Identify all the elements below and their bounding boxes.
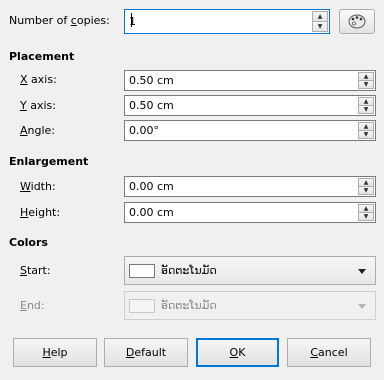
height-label: Height: [20,205,60,221]
default-label-rest: efault [134,346,167,359]
spin-down-arrow-icon[interactable]: ▼ [358,106,374,114]
start-mnemonic: S [20,264,27,277]
y-axis-label-rest: axis: [26,99,56,112]
cancel-label-rest: ancel [318,346,348,359]
angle-spinbox[interactable]: 0.00° ▲ ▼ [124,120,376,141]
height-value: 0.00 cm [129,206,174,219]
start-color-dropdown[interactable]: ອັດຕະໂນມັດ [124,256,376,285]
start-color-label: Start: [20,263,51,279]
angle-mnemonic: A [20,124,28,137]
y-axis-spinbox[interactable]: 0.50 cm ▲ ▼ [124,95,376,116]
spin-up-arrow-icon[interactable]: ▲ [358,204,374,213]
help-label-rest: elp [50,346,68,359]
height-label-rest: eight: [28,206,61,219]
spin-down-arrow-icon[interactable]: ▼ [358,131,374,139]
x-axis-label: X axis: [20,72,57,88]
width-label-rest: idth: [30,180,56,193]
width-spin-buttons: ▲ ▼ [358,178,374,195]
height-spin-buttons: ▲ ▼ [358,204,374,221]
x-axis-label-rest: axis: [27,73,57,86]
ok-button[interactable]: OK [196,338,279,367]
help-button[interactable]: Help [13,338,97,367]
dropdown-arrow-icon [358,269,366,274]
spin-up-arrow-icon[interactable]: ▲ [358,178,374,187]
spin-down-arrow-icon[interactable]: ▼ [358,213,374,221]
end-label-rest: nd: [26,299,45,312]
copies-label-post: opies: [76,14,110,27]
width-spinbox[interactable]: 0.00 cm ▲ ▼ [124,176,376,197]
start-color-value: ອັດຕະໂນມັດ [161,264,217,277]
angle-label: Angle: [20,123,55,139]
spin-up-arrow-icon[interactable]: ▲ [312,11,328,22]
angle-value: 0.00° [129,124,159,137]
angle-label-rest: ngle: [27,124,56,137]
spin-down-arrow-icon[interactable]: ▼ [312,22,328,32]
ok-mnemonic: O [229,346,239,359]
spin-down-arrow-icon[interactable]: ▼ [358,187,374,195]
angle-spin-buttons: ▲ ▼ [358,122,374,139]
help-mnemonic: H [42,346,51,359]
x-axis-value: 0.50 cm [129,74,174,87]
height-spinbox[interactable]: 0.00 cm ▲ ▼ [124,202,376,223]
copies-spinbox[interactable]: 1 ▲ ▼ [124,9,330,34]
ok-label-rest: K [238,346,246,359]
width-value: 0.00 cm [129,180,174,193]
default-button[interactable]: Default [104,338,188,367]
y-axis-spin-buttons: ▲ ▼ [358,97,374,114]
copies-spin-buttons: ▲ ▼ [312,11,328,32]
x-axis-spinbox[interactable]: 0.50 cm ▲ ▼ [124,70,376,91]
copies-label-pre: Number of [9,14,71,27]
end-color-value: ອັດຕະໂນມັດ [161,299,217,312]
duplicate-dialog: Number of copies: 1 ▲ ▼ Placement X axis… [0,0,384,380]
y-axis-value: 0.50 cm [129,99,174,112]
default-mnemonic: D [125,346,135,359]
cancel-button[interactable]: Cancel [287,338,371,367]
width-mnemonic: W [20,180,31,193]
copies-value: 1 [129,15,136,28]
x-axis-spin-buttons: ▲ ▼ [358,72,374,89]
y-axis-label: Y axis: [20,98,56,114]
start-label-rest: tart: [26,264,51,277]
palette-icon [348,14,366,29]
start-color-swatch [129,264,155,278]
placement-heading: Placement [9,50,75,63]
y-axis-mnemonic: Y [20,99,27,112]
color-picker-button[interactable] [339,9,375,34]
end-color-swatch [129,299,155,313]
cancel-mnemonic: C [310,346,319,359]
end-mnemonic: E [20,299,27,312]
width-label: Width: [20,179,56,195]
spin-up-arrow-icon[interactable]: ▲ [358,97,374,106]
colors-heading: Colors [9,236,48,249]
spin-up-arrow-icon[interactable]: ▲ [358,72,374,81]
spin-down-arrow-icon[interactable]: ▼ [358,81,374,89]
copies-label: Number of copies: [9,13,110,29]
end-color-dropdown: ອັດຕະໂນມັດ [124,291,376,320]
enlargement-heading: Enlargement [9,155,89,168]
dropdown-arrow-icon [358,304,366,309]
spin-up-arrow-icon[interactable]: ▲ [358,122,374,131]
x-axis-mnemonic: X [20,73,28,86]
end-color-label: End: [20,298,45,314]
